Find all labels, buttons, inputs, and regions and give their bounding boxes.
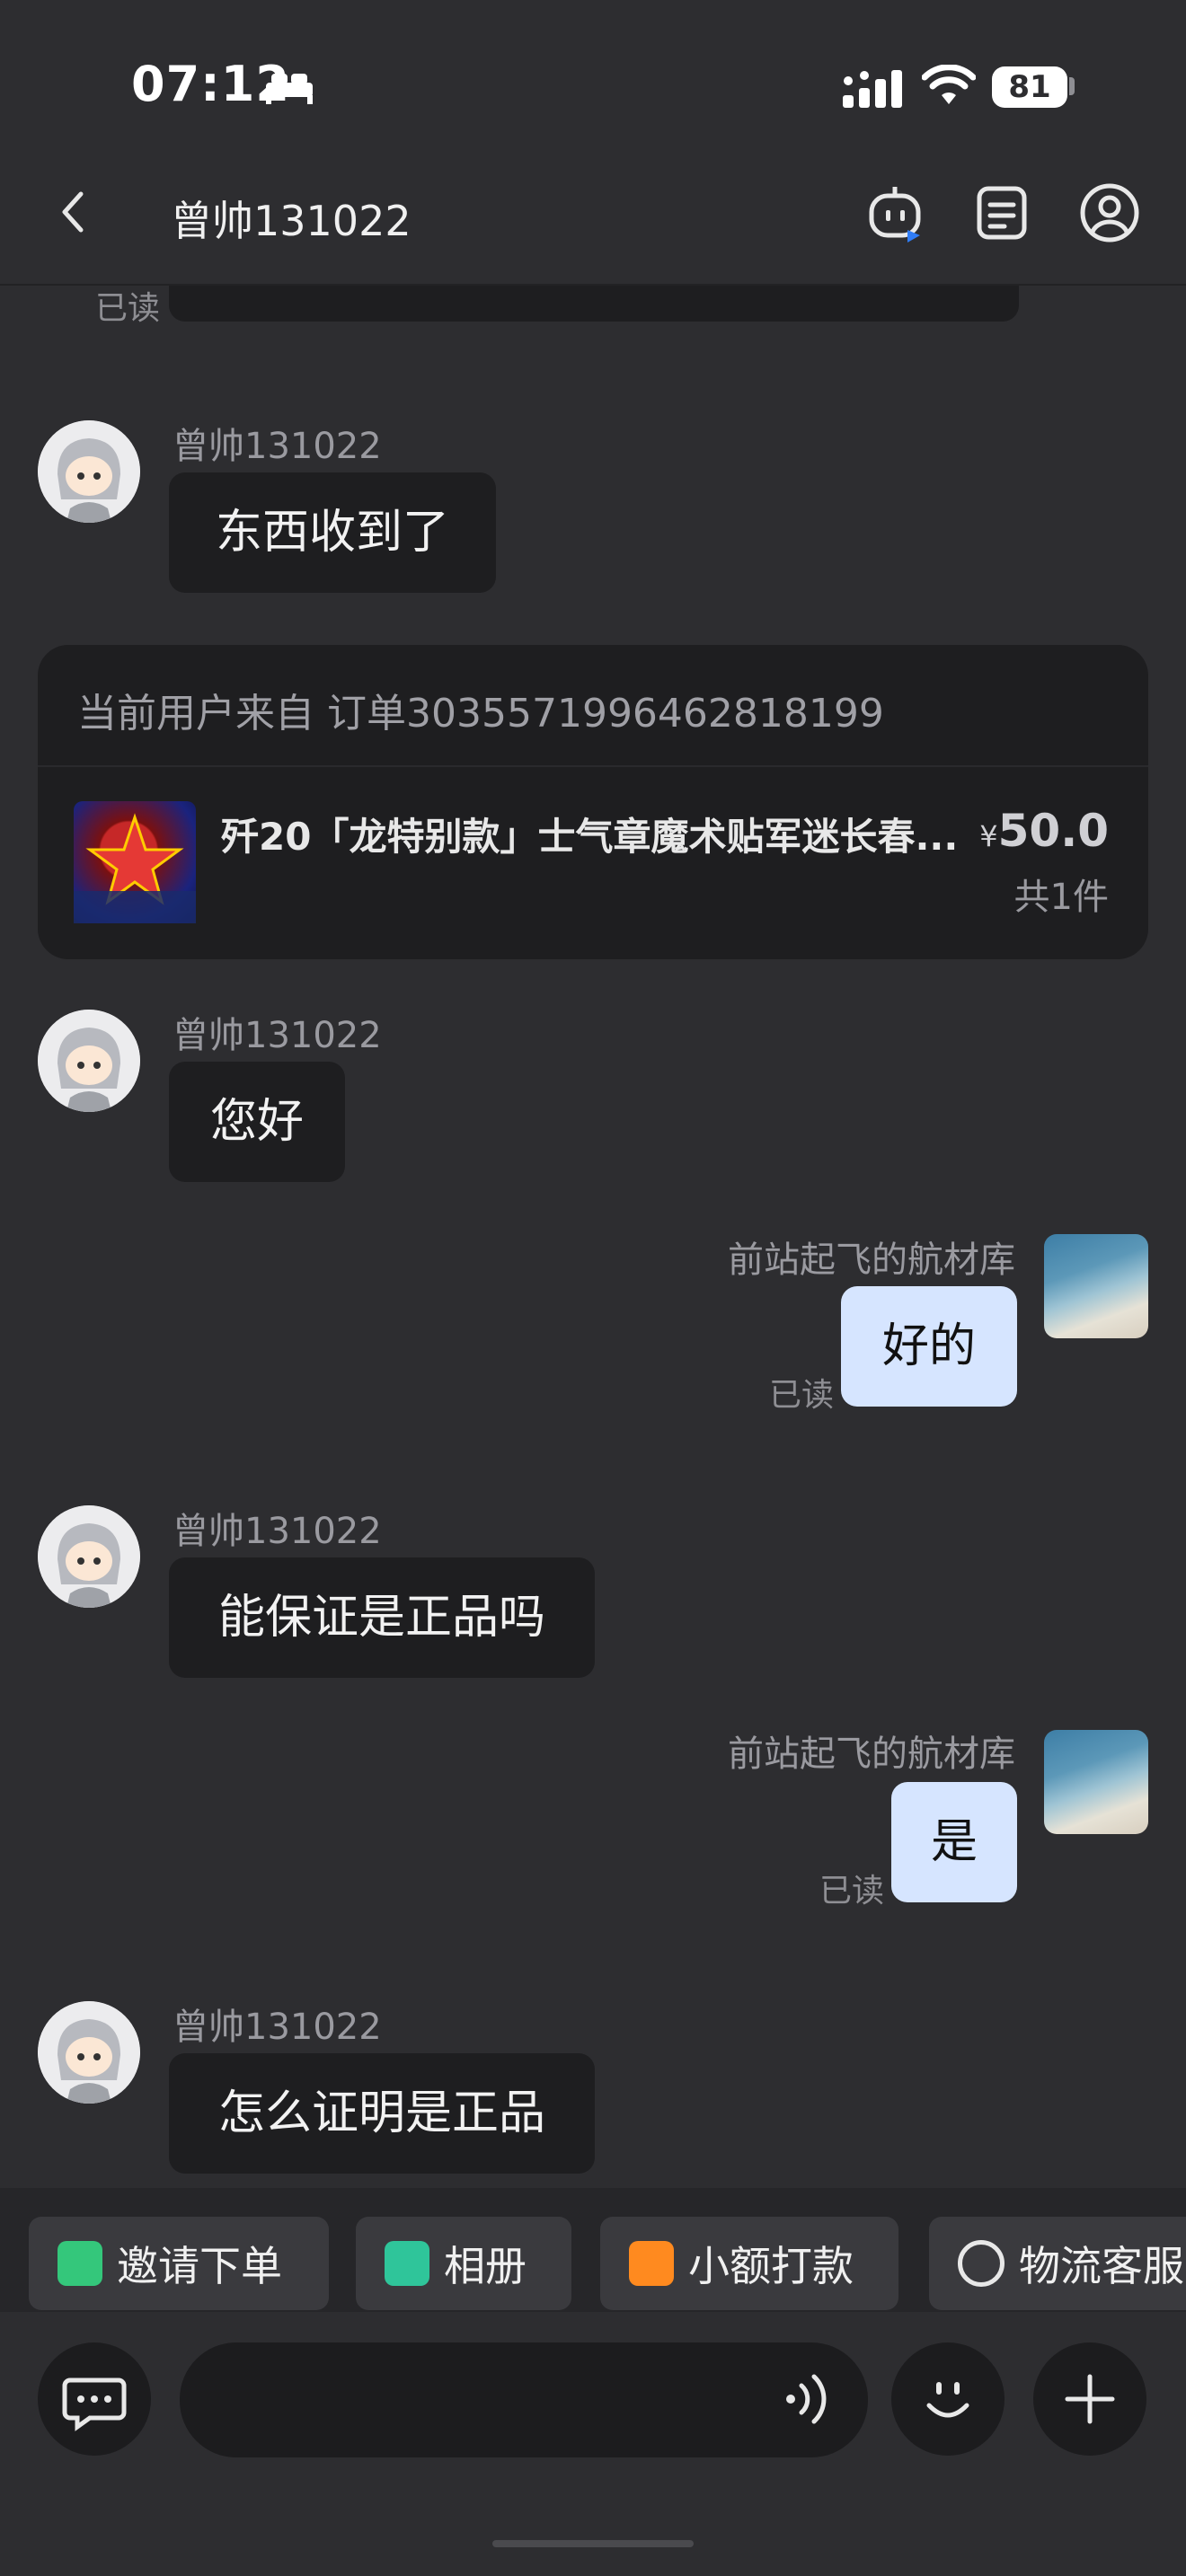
- quick-action-invite-order[interactable]: 邀请下单: [29, 2217, 329, 2310]
- back-button[interactable]: [49, 185, 102, 239]
- sender-name: 曾帅131022: [173, 1511, 382, 1552]
- bed-icon: [264, 70, 314, 110]
- product-name: 歼20「龙特别款」士气章魔术贴军迷长春...: [221, 815, 959, 859]
- quick-action-logistics[interactable]: 物流客服: [929, 2217, 1186, 2310]
- message-bubble[interactable]: 怎么证明是正品: [169, 2053, 595, 2174]
- message-bubble[interactable]: 您好: [169, 1062, 345, 1182]
- read-status: 已读: [819, 1873, 885, 1910]
- message-bubble[interactable]: 是: [891, 1782, 1017, 1902]
- cellular-signal-icon: [843, 68, 902, 111]
- invite-order-icon: [58, 2241, 102, 2286]
- message-bubble[interactable]: 好的: [841, 1286, 1017, 1407]
- home-indicator: [492, 2540, 694, 2547]
- contact-avatar[interactable]: [38, 2001, 140, 2104]
- sender-name: 曾帅131022: [173, 1015, 382, 1056]
- battery-cap: [1069, 77, 1075, 95]
- quick-reply-button[interactable]: [38, 2342, 151, 2456]
- sender-name: 前站起飞的航材库: [728, 1239, 1015, 1281]
- order-divider: [38, 765, 1148, 767]
- product-price: ¥50.0: [979, 805, 1109, 857]
- read-status: 已读: [769, 1377, 835, 1414]
- logistics-service-icon: [958, 2240, 1005, 2287]
- contact-avatar[interactable]: [38, 1010, 140, 1112]
- order-source: 当前用户来自 订单3035571996462818199: [77, 691, 884, 737]
- quick-action-album[interactable]: 相册: [356, 2217, 571, 2310]
- contact-avatar[interactable]: [38, 420, 140, 523]
- message-input[interactable]: [180, 2342, 868, 2457]
- payment-icon: [629, 2241, 674, 2286]
- battery-level: 81: [992, 66, 1067, 108]
- more-plus-button[interactable]: [1033, 2342, 1146, 2456]
- quick-action-small-payment[interactable]: 小额打款: [600, 2217, 898, 2310]
- sender-name: 曾帅131022: [173, 426, 382, 467]
- product-thumbnail[interactable]: [74, 801, 196, 923]
- message-bubble[interactable]: 东西收到了: [169, 472, 496, 593]
- partial-bubble: [169, 286, 1019, 322]
- order-list-icon[interactable]: [972, 183, 1031, 246]
- my-avatar[interactable]: [1044, 1730, 1148, 1834]
- robot-assistant-icon[interactable]: [864, 183, 927, 250]
- voice-icon[interactable]: [778, 2369, 837, 2432]
- product-quantity: 共1件: [1013, 877, 1109, 918]
- read-status: 已读: [95, 290, 161, 327]
- my-avatar[interactable]: [1044, 1234, 1148, 1338]
- album-icon: [385, 2241, 429, 2286]
- message-bubble[interactable]: 能保证是正品吗: [169, 1557, 595, 1678]
- sender-name: 前站起飞的航材库: [728, 1734, 1015, 1775]
- wifi-icon: [921, 64, 977, 110]
- contact-avatar[interactable]: [38, 1505, 140, 1608]
- emoji-button[interactable]: [891, 2342, 1005, 2456]
- user-profile-icon[interactable]: [1078, 181, 1141, 248]
- sender-name: 曾帅131022: [173, 2007, 382, 2048]
- chat-title: 曾帅131022: [171, 197, 412, 245]
